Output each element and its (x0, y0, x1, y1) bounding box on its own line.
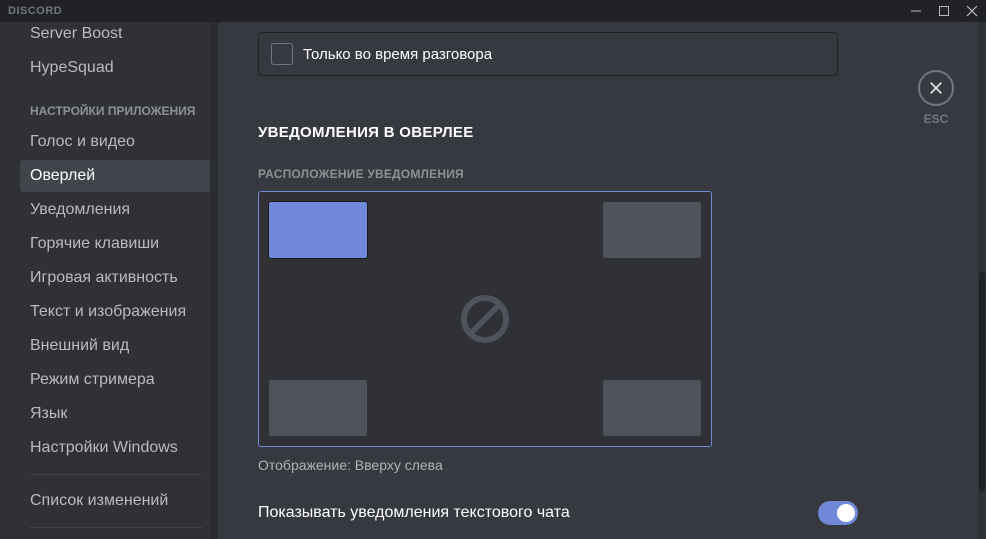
close-settings-button[interactable] (918, 70, 954, 106)
app-body: Server Boost HypeSquad Настройки приложе… (0, 22, 986, 539)
close-icon (928, 80, 944, 96)
position-top-left[interactable] (269, 202, 367, 258)
checkbox-label: Только во время разговора (303, 46, 492, 63)
text-chat-notifications-label: Показывать уведомления текстового чата (258, 504, 570, 522)
checkbox-box[interactable] (271, 43, 293, 65)
sidebar-item-voice-video[interactable]: Голос и видео (20, 126, 212, 158)
sidebar-item-hypesquad[interactable]: HypeSquad (20, 52, 212, 84)
sidebar-item-changelog[interactable]: Список изменений (20, 485, 212, 517)
sidebar-item-appearance[interactable]: Внешний вид (20, 330, 212, 362)
maximize-button[interactable] (930, 0, 958, 22)
sidebar-item-overlay[interactable]: Оверлей (20, 160, 212, 192)
window-controls (902, 0, 986, 22)
sidebar-section-header: Настройки приложения (20, 86, 212, 124)
notification-position-picker (258, 191, 712, 447)
sidebar-item-windows-settings[interactable]: Настройки Windows (20, 432, 212, 464)
sidebar-divider-2 (30, 527, 202, 528)
position-top-right[interactable] (603, 202, 701, 258)
close-icon (966, 5, 978, 17)
minimize-icon (910, 5, 922, 17)
position-bottom-right[interactable] (603, 380, 701, 436)
close-settings: ESC (918, 70, 954, 126)
sidebar-item-language[interactable]: Язык (20, 398, 212, 430)
app-brand: DISCORD (8, 5, 62, 17)
position-bottom-left[interactable] (269, 380, 367, 436)
only-while-speaking-checkbox[interactable]: Только во время разговора (258, 32, 838, 76)
text-chat-notifications-toggle[interactable] (818, 501, 858, 525)
esc-label: ESC (924, 112, 949, 126)
settings-content: Только во время разговора Уведомления в … (218, 22, 878, 539)
sidebar-item-text-images[interactable]: Текст и изображения (20, 296, 212, 328)
close-window-button[interactable] (958, 0, 986, 22)
sidebar-item-game-activity[interactable]: Игровая активность (20, 262, 212, 294)
notification-position-header: Расположение уведомления (258, 167, 838, 181)
position-caption: Отображение: Вверху слева (258, 457, 838, 473)
text-chat-notifications-row: Показывать уведомления текстового чата (258, 501, 858, 525)
titlebar: DISCORD (0, 0, 986, 22)
sidebar-item-server-boost[interactable]: Server Boost (20, 22, 212, 50)
sidebar-item-streamer-mode[interactable]: Режим стримера (20, 364, 212, 396)
settings-sidebar: Server Boost HypeSquad Настройки приложе… (0, 22, 218, 539)
disabled-icon[interactable] (457, 291, 513, 347)
overlay-notifications-title: Уведомления в оверлее (258, 124, 838, 141)
sidebar-item-notifications[interactable]: Уведомления (20, 194, 212, 226)
minimize-button[interactable] (902, 0, 930, 22)
toggle-knob (837, 504, 855, 522)
scrollbar-thumb[interactable] (979, 272, 985, 492)
content-wrap: Только во время разговора Уведомления в … (218, 22, 986, 539)
sidebar-item-keybinds[interactable]: Горячие клавиши (20, 228, 212, 260)
maximize-icon (938, 5, 950, 17)
content-scrollbar[interactable] (978, 22, 986, 539)
sidebar-divider (30, 474, 202, 475)
